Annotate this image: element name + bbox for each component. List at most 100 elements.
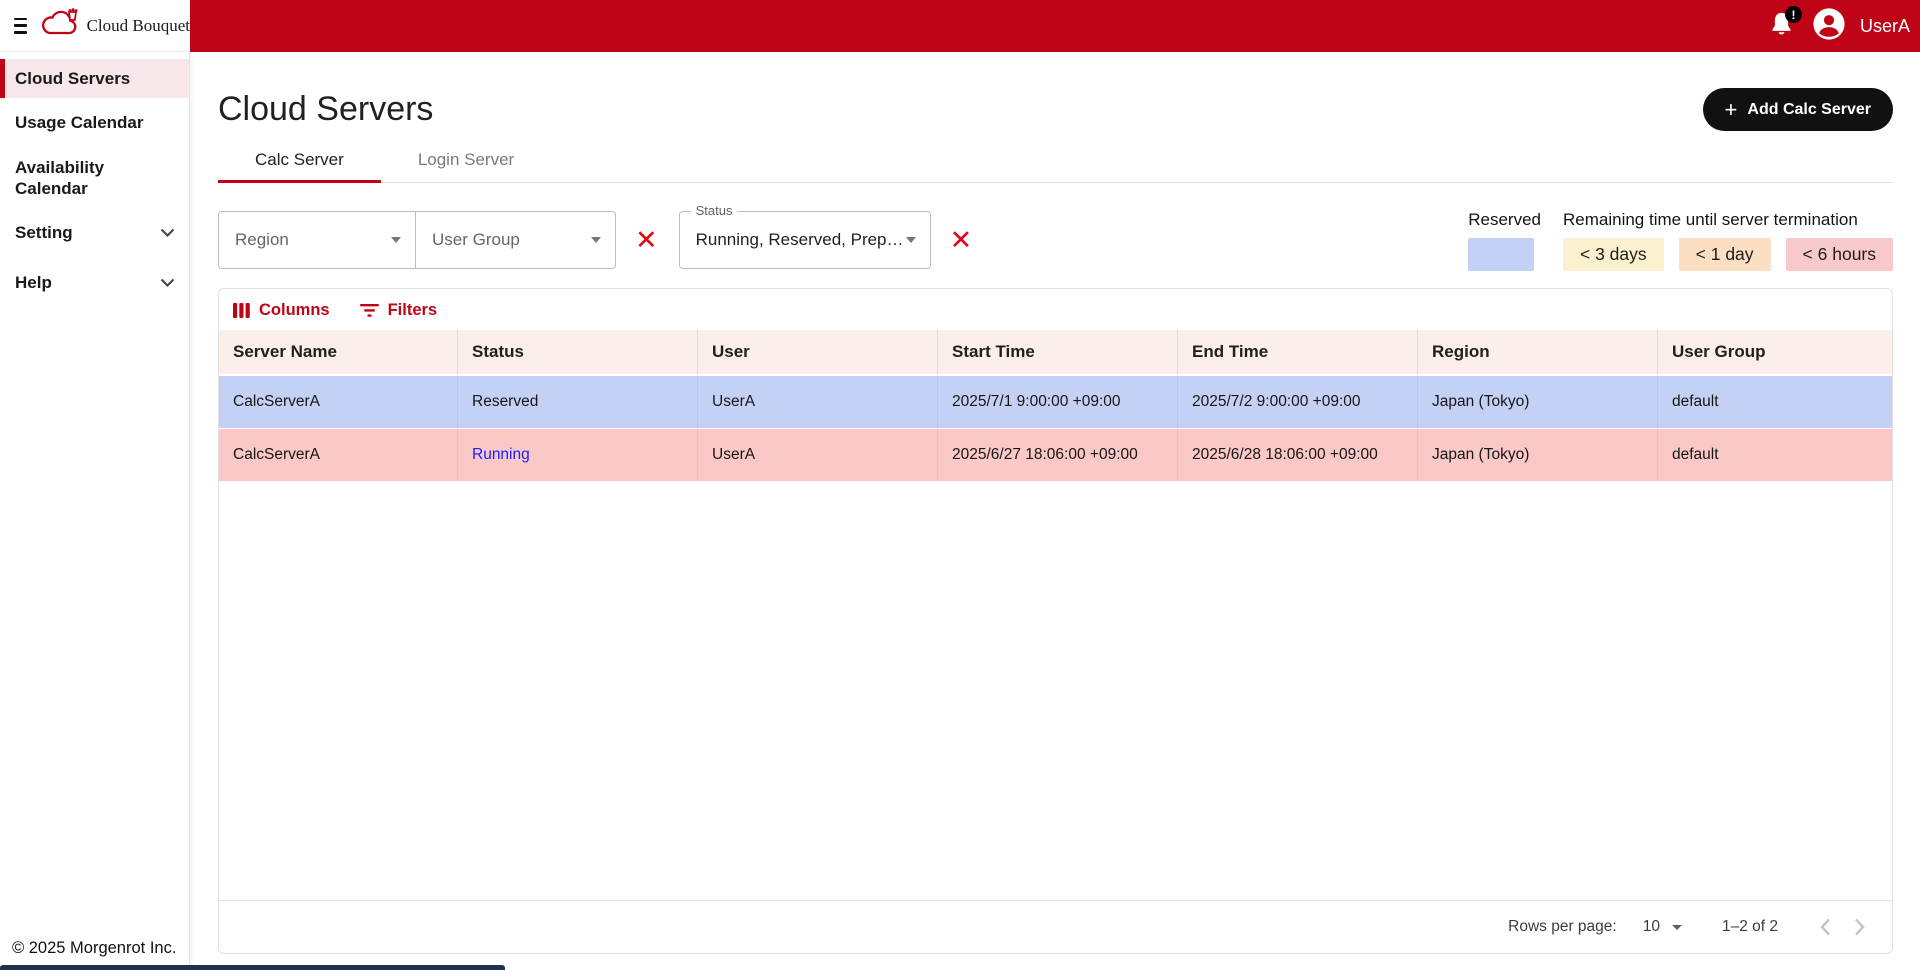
chevron-down-icon bbox=[160, 278, 175, 287]
notifications-button[interactable]: ! bbox=[1768, 10, 1798, 42]
cell-user: UserA bbox=[698, 429, 938, 481]
copyright-footer: © 2025 Morgenrot Inc. bbox=[12, 939, 176, 958]
pagination-range-label: 1–2 of 2 bbox=[1722, 918, 1778, 936]
cloud-bouquet-logo-icon bbox=[39, 8, 81, 43]
legend: Reserved Remaining time until server ter… bbox=[1468, 210, 1893, 271]
notification-badge: ! bbox=[1785, 6, 1802, 23]
tab-login-server[interactable]: Login Server bbox=[381, 141, 551, 183]
sidebar-item-label: Usage Calendar bbox=[15, 112, 144, 133]
cell-user-group: default bbox=[1658, 376, 1892, 428]
cell-start-time: 2025/6/27 18:06:00 +09:00 bbox=[938, 429, 1178, 481]
col-header-status[interactable]: Status bbox=[458, 330, 698, 374]
app-bar-right: ! UserA bbox=[190, 0, 1920, 52]
legend-reserved-label: Reserved bbox=[1468, 210, 1541, 230]
status-running-link[interactable]: Running bbox=[472, 446, 530, 464]
status-filter-value: Running, Reserved, Prep… bbox=[696, 230, 904, 250]
table-pagination: Rows per page: 10 1–2 of 2 bbox=[219, 900, 1892, 953]
status-filter-label: Status bbox=[691, 203, 738, 218]
sidebar-item-label: Setting bbox=[15, 222, 73, 243]
region-filter-select[interactable]: Region bbox=[218, 211, 416, 269]
user-group-filter-placeholder: User Group bbox=[432, 230, 520, 250]
filters-button-label: Filters bbox=[388, 301, 438, 320]
table-row-running[interactable]: CalcServerA Running UserA 2025/6/27 18:0… bbox=[219, 429, 1892, 482]
main-content: Cloud Servers + Add Calc Server Calc Ser… bbox=[190, 52, 1920, 970]
chevron-left-icon bbox=[1820, 918, 1831, 936]
legend-reserved: Reserved bbox=[1468, 210, 1541, 271]
legend-termination-label: Remaining time until server termination bbox=[1563, 210, 1893, 230]
dropdown-arrow-icon bbox=[391, 237, 401, 243]
sidebar: Cloud Servers Usage Calendar Availabilit… bbox=[0, 52, 190, 970]
legend-chip-1-day: < 1 day bbox=[1679, 238, 1771, 271]
legend-chip-3-days: < 3 days bbox=[1563, 238, 1664, 271]
rows-per-page-select[interactable]: 10 bbox=[1643, 918, 1682, 936]
hamburger-menu-icon[interactable] bbox=[14, 18, 27, 34]
dropdown-arrow-icon bbox=[591, 237, 601, 243]
clear-status-filter-icon[interactable]: ✕ bbox=[950, 227, 973, 254]
user-avatar-icon[interactable] bbox=[1812, 7, 1846, 46]
col-header-user[interactable]: User bbox=[698, 330, 938, 374]
chevron-down-icon bbox=[160, 228, 175, 237]
cell-user-group: default bbox=[1658, 429, 1892, 481]
cell-status: Reserved bbox=[458, 376, 698, 428]
server-table-card: Columns Filters Server Name Status User … bbox=[218, 288, 1893, 954]
user-name[interactable]: UserA bbox=[1860, 16, 1910, 37]
clear-region-usergroup-filter-icon[interactable]: ✕ bbox=[635, 227, 658, 254]
cell-end-time: 2025/7/2 9:00:00 +09:00 bbox=[1178, 376, 1418, 428]
filter-row: Region User Group ✕ Status Running, Rese… bbox=[218, 210, 1893, 270]
next-page-button[interactable] bbox=[1842, 910, 1876, 944]
columns-button[interactable]: Columns bbox=[233, 301, 330, 320]
app-bar: Cloud Bouquet ! UserA bbox=[0, 0, 1920, 52]
app-bar-brand-section: Cloud Bouquet bbox=[0, 0, 190, 52]
status-filter-select[interactable]: Status Running, Reserved, Prep… bbox=[679, 211, 931, 269]
legend-reserved-swatch bbox=[1468, 238, 1534, 271]
cell-server-name: CalcServerA bbox=[219, 429, 458, 481]
legend-termination: Remaining time until server termination … bbox=[1563, 210, 1893, 271]
dropdown-arrow-icon bbox=[906, 237, 916, 243]
sidebar-item-label: Cloud Servers bbox=[15, 68, 130, 89]
col-header-server-name[interactable]: Server Name bbox=[219, 330, 458, 374]
sidebar-item-usage-calendar[interactable]: Usage Calendar bbox=[0, 103, 189, 142]
columns-button-label: Columns bbox=[259, 301, 330, 320]
table-header-row: Server Name Status User Start Time End T… bbox=[219, 330, 1892, 376]
tab-calc-server[interactable]: Calc Server bbox=[218, 141, 381, 183]
sidebar-item-availability-calendar[interactable]: Availability Calendar bbox=[0, 148, 170, 209]
cell-end-time: 2025/6/28 18:06:00 +09:00 bbox=[1178, 429, 1418, 481]
rows-per-page-value: 10 bbox=[1643, 918, 1660, 936]
table-row-reserved[interactable]: CalcServerA Reserved UserA 2025/7/1 9:00… bbox=[219, 376, 1892, 429]
cell-user: UserA bbox=[698, 376, 938, 428]
cell-server-name: CalcServerA bbox=[219, 376, 458, 428]
filters-button[interactable]: Filters bbox=[360, 301, 438, 320]
server-type-tabs: Calc Server Login Server bbox=[218, 141, 1893, 183]
page-title: Cloud Servers bbox=[218, 90, 433, 129]
sidebar-item-help[interactable]: Help bbox=[0, 263, 189, 302]
previous-page-button[interactable] bbox=[1808, 910, 1842, 944]
sidebar-item-label: Help bbox=[15, 272, 52, 293]
logo[interactable]: Cloud Bouquet bbox=[39, 8, 190, 43]
col-header-region[interactable]: Region bbox=[1418, 330, 1658, 374]
rows-per-page-label: Rows per page: bbox=[1508, 918, 1617, 936]
horizontal-scrollbar-thumb[interactable] bbox=[0, 965, 505, 970]
table-toolbar: Columns Filters bbox=[219, 289, 1892, 330]
col-header-end-time[interactable]: End Time bbox=[1178, 330, 1418, 374]
col-header-start-time[interactable]: Start Time bbox=[938, 330, 1178, 374]
logo-text: Cloud Bouquet bbox=[87, 16, 190, 36]
region-filter-placeholder: Region bbox=[235, 230, 289, 250]
col-header-user-group[interactable]: User Group bbox=[1658, 330, 1892, 374]
cell-region: Japan (Tokyo) bbox=[1418, 429, 1658, 481]
dropdown-arrow-icon bbox=[1672, 925, 1682, 930]
user-group-filter-select[interactable]: User Group bbox=[416, 211, 616, 269]
cell-start-time: 2025/7/1 9:00:00 +09:00 bbox=[938, 376, 1178, 428]
sidebar-item-cloud-servers[interactable]: Cloud Servers bbox=[0, 59, 189, 98]
add-calc-server-button[interactable]: + Add Calc Server bbox=[1703, 88, 1893, 131]
plus-icon: + bbox=[1725, 99, 1738, 121]
chevron-right-icon bbox=[1854, 918, 1865, 936]
cell-region: Japan (Tokyo) bbox=[1418, 376, 1658, 428]
sidebar-item-label: Availability Calendar bbox=[15, 157, 156, 200]
legend-chip-6-hours: < 6 hours bbox=[1786, 238, 1893, 271]
filter-icon bbox=[360, 304, 379, 317]
add-calc-server-label: Add Calc Server bbox=[1747, 101, 1871, 119]
columns-icon bbox=[233, 303, 250, 318]
table-empty-area bbox=[219, 482, 1892, 900]
cell-status: Running bbox=[458, 429, 698, 481]
sidebar-item-setting[interactable]: Setting bbox=[0, 213, 189, 252]
